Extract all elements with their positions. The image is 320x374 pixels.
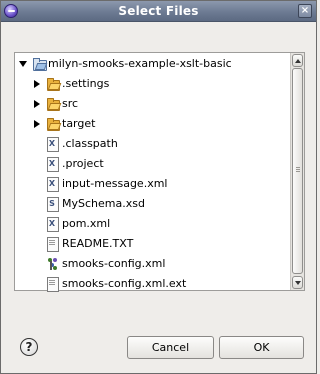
- folder-icon: [46, 97, 62, 111]
- tree-item-label: smooks-config.xml: [62, 257, 166, 270]
- tree-item-label: .project: [62, 157, 104, 170]
- collapse-toggle-icon[interactable]: [34, 80, 40, 88]
- tree-item-project[interactable]: X .project: [15, 154, 291, 174]
- tree-item-readme[interactable]: README.TXT: [15, 234, 291, 254]
- collapse-toggle-icon[interactable]: [34, 120, 40, 128]
- expand-toggle-icon[interactable]: [19, 61, 27, 67]
- title-bar: Select Files ×: [1, 1, 316, 22]
- cancel-button[interactable]: Cancel: [127, 336, 214, 359]
- xml-file-icon: X: [45, 137, 59, 152]
- tree-item-label: pom.xml: [62, 217, 111, 230]
- folder-icon: [46, 117, 62, 131]
- xml-file-icon: X: [45, 177, 59, 192]
- vertical-scrollbar[interactable]: [290, 53, 304, 290]
- dialog-title: Select Files: [118, 4, 199, 18]
- file-tree[interactable]: milyn-smooks-example-xslt-basic .setting…: [14, 52, 305, 294]
- help-icon[interactable]: ?: [20, 338, 38, 356]
- collapse-toggle-icon[interactable]: [34, 100, 40, 108]
- tree-item-smooks-config-ext[interactable]: smooks-config.xml.ext: [15, 274, 291, 294]
- scroll-thumb[interactable]: [292, 68, 303, 274]
- xml-file-icon: X: [45, 217, 59, 232]
- tree-root-row[interactable]: milyn-smooks-example-xslt-basic: [15, 54, 291, 74]
- tree-item-pom[interactable]: X pom.xml: [15, 214, 291, 234]
- tree-item-target[interactable]: target: [15, 114, 291, 134]
- tree-item-label: src: [62, 97, 79, 110]
- tree-item-src[interactable]: src: [15, 94, 291, 114]
- tree-item-label: .classpath: [62, 137, 118, 150]
- tree-item-label: MySchema.xsd: [62, 197, 145, 210]
- close-button[interactable]: ×: [298, 4, 312, 18]
- text-file-icon: [45, 277, 59, 292]
- tree-item-input-message[interactable]: X input-message.xml: [15, 174, 291, 194]
- xsd-file-icon: S: [45, 197, 59, 212]
- tree-item-myschema[interactable]: S MySchema.xsd: [15, 194, 291, 214]
- tree-item-classpath[interactable]: X .classpath: [15, 134, 291, 154]
- project-folder-icon: [32, 57, 48, 71]
- tree-item-label: README.TXT: [62, 237, 134, 250]
- select-files-dialog: Select Files × milyn-smooks-example-xslt…: [0, 0, 317, 374]
- scroll-down-arrow-icon[interactable]: [292, 276, 303, 289]
- tree-item-smooks-config[interactable]: smooks-config.xml: [15, 254, 291, 274]
- smooks-config-icon: [45, 257, 59, 271]
- text-file-icon: [45, 237, 59, 252]
- scroll-up-arrow-icon[interactable]: [292, 54, 303, 67]
- tree-item-label: target: [62, 117, 96, 130]
- xml-file-icon: X: [45, 157, 59, 172]
- tree-root-label: milyn-smooks-example-xslt-basic: [48, 57, 232, 70]
- ok-button[interactable]: OK: [219, 336, 304, 359]
- tree-item-label: input-message.xml: [62, 177, 168, 190]
- tree-item-settings[interactable]: .settings: [15, 74, 291, 94]
- tree-item-label: .settings: [62, 77, 110, 90]
- tree-item-label: smooks-config.xml.ext: [62, 277, 187, 290]
- folder-icon: [46, 77, 62, 91]
